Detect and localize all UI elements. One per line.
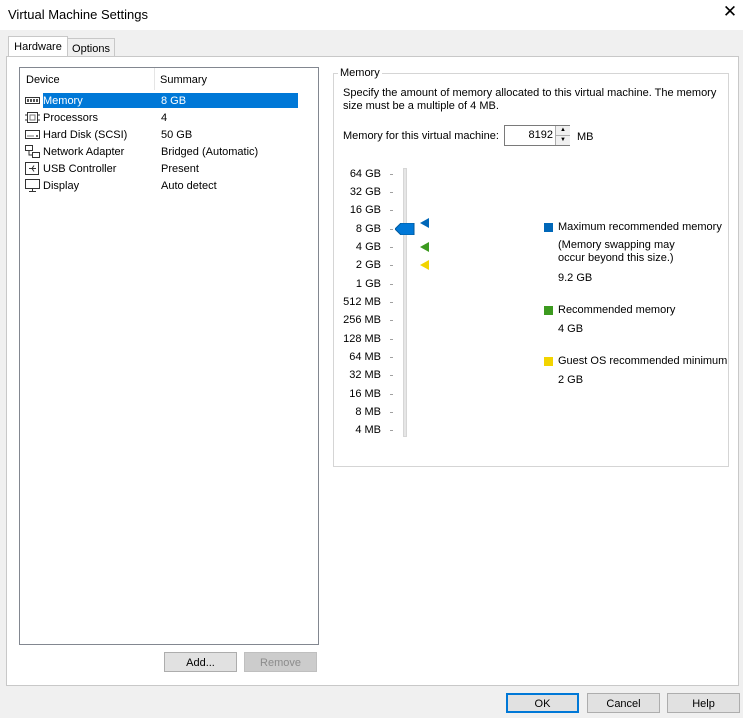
device-summary: 4: [161, 112, 168, 124]
scale-label: 64 MB: [349, 351, 381, 363]
display-icon: [25, 179, 40, 192]
scale-label: 4 GB: [355, 241, 381, 253]
scale-label: 32 GB: [349, 186, 381, 198]
device-row-memory[interactable]: Memory 8 GB: [21, 93, 317, 110]
column-header-device[interactable]: Device: [26, 74, 60, 86]
scale-label: 32 MB: [349, 369, 381, 381]
scale-tick: [390, 265, 393, 266]
scale-label: 8 GB: [355, 223, 381, 235]
scale-tick: [390, 174, 393, 175]
scale-tick: [390, 375, 393, 376]
recommended-marker-icon: [420, 242, 429, 252]
processor-icon: [25, 112, 40, 123]
scale-tick: [390, 247, 393, 248]
window-title: Virtual Machine Settings: [8, 7, 148, 22]
device-name: USB Controller: [43, 163, 117, 175]
device-name: Processors: [43, 112, 99, 124]
scale-tick: [390, 302, 393, 303]
help-button[interactable]: Help: [667, 693, 740, 713]
memory-slider-track[interactable]: [403, 168, 407, 437]
device-summary: Present: [161, 163, 199, 175]
scale-label: 1 GB: [355, 278, 381, 290]
scale-label: 128 MB: [343, 333, 381, 345]
scale-tick: [390, 339, 393, 340]
scale-tick: [390, 357, 393, 358]
device-name: Network Adapter: [43, 146, 125, 158]
memory-description: Specify the amount of memory allocated t…: [343, 87, 717, 112]
recommended-label: Recommended memory: [558, 304, 676, 316]
device-row-display[interactable]: Display Auto detect: [21, 178, 317, 195]
add-button[interactable]: Add...: [164, 652, 237, 672]
device-summary: Auto detect: [161, 180, 217, 192]
guest-minimum-label: Guest OS recommended minimum: [558, 355, 728, 367]
memory-unit-label: MB: [577, 131, 594, 143]
column-divider: [154, 68, 155, 90]
memory-scale: 64 GB 32 GB 16 GB 8 GB 4 GB 2 GB 1 GB 51…: [333, 168, 383, 448]
scale-tick: [390, 430, 393, 431]
network-adapter-icon: [25, 145, 40, 158]
close-icon[interactable]: ✕: [722, 3, 738, 20]
guest-minimum-value: 2 GB: [558, 374, 584, 386]
max-recommended-marker-icon: [420, 218, 429, 228]
device-summary: Bridged (Automatic): [161, 146, 259, 158]
scale-tick: [390, 284, 393, 285]
device-row-processors[interactable]: Processors 4: [21, 110, 317, 127]
spin-down-icon[interactable]: ▼: [555, 136, 570, 145]
device-summary: 8 GB: [161, 95, 187, 107]
scale-label: 256 MB: [343, 314, 381, 326]
device-name: Display: [43, 180, 80, 192]
scale-tick: [390, 210, 393, 211]
hard-disk-icon: [25, 130, 40, 139]
column-header-summary[interactable]: Summary: [160, 74, 207, 86]
scale-tick: [390, 229, 393, 230]
memory-icon: [25, 97, 40, 104]
remove-button[interactable]: Remove: [244, 652, 317, 672]
scale-label: 4 MB: [355, 424, 381, 436]
max-recommended-label: Maximum recommended memory: [558, 221, 722, 233]
recommended-swatch-icon: [544, 306, 553, 315]
scale-label: 16 MB: [349, 388, 381, 400]
device-name: Hard Disk (SCSI): [43, 129, 128, 141]
memory-stepper[interactable]: ▲ ▼: [504, 125, 570, 146]
guest-minimum-swatch-icon: [544, 357, 553, 366]
memory-group-title: Memory: [338, 67, 382, 79]
device-summary: 50 GB: [161, 129, 193, 141]
scale-tick: [390, 412, 393, 413]
device-row-usb-controller[interactable]: USB Controller Present: [21, 161, 317, 178]
memory-slider-thumb[interactable]: [395, 223, 415, 235]
scale-tick: [390, 394, 393, 395]
device-row-network-adapter[interactable]: Network Adapter Bridged (Automatic): [21, 144, 317, 161]
max-recommended-note: (Memory swapping may occur beyond this s…: [558, 239, 675, 264]
memory-input[interactable]: [506, 127, 555, 143]
cancel-button[interactable]: Cancel: [587, 693, 660, 713]
scale-label: 2 GB: [355, 259, 381, 271]
scale-label: 64 GB: [349, 168, 381, 180]
scale-label: 8 MB: [355, 406, 381, 418]
guest-minimum-marker-icon: [420, 260, 429, 270]
usb-controller-icon: [25, 162, 39, 175]
recommended-value: 4 GB: [558, 323, 584, 335]
max-recommended-value: 9.2 GB: [558, 272, 593, 284]
scale-tick: [390, 320, 393, 321]
spin-up-icon[interactable]: ▲: [555, 126, 570, 136]
device-row-hard-disk[interactable]: Hard Disk (SCSI) 50 GB: [21, 127, 317, 144]
scale-tick: [390, 192, 393, 193]
scale-label: 16 GB: [349, 204, 381, 216]
scale-label: 512 MB: [343, 296, 381, 308]
memory-field-label: Memory for this virtual machine:: [343, 130, 499, 142]
max-recommended-swatch-icon: [544, 223, 553, 232]
ok-button[interactable]: OK: [506, 693, 579, 713]
device-list[interactable]: Device Summary Memory 8 GB Processors 4 …: [19, 67, 319, 645]
